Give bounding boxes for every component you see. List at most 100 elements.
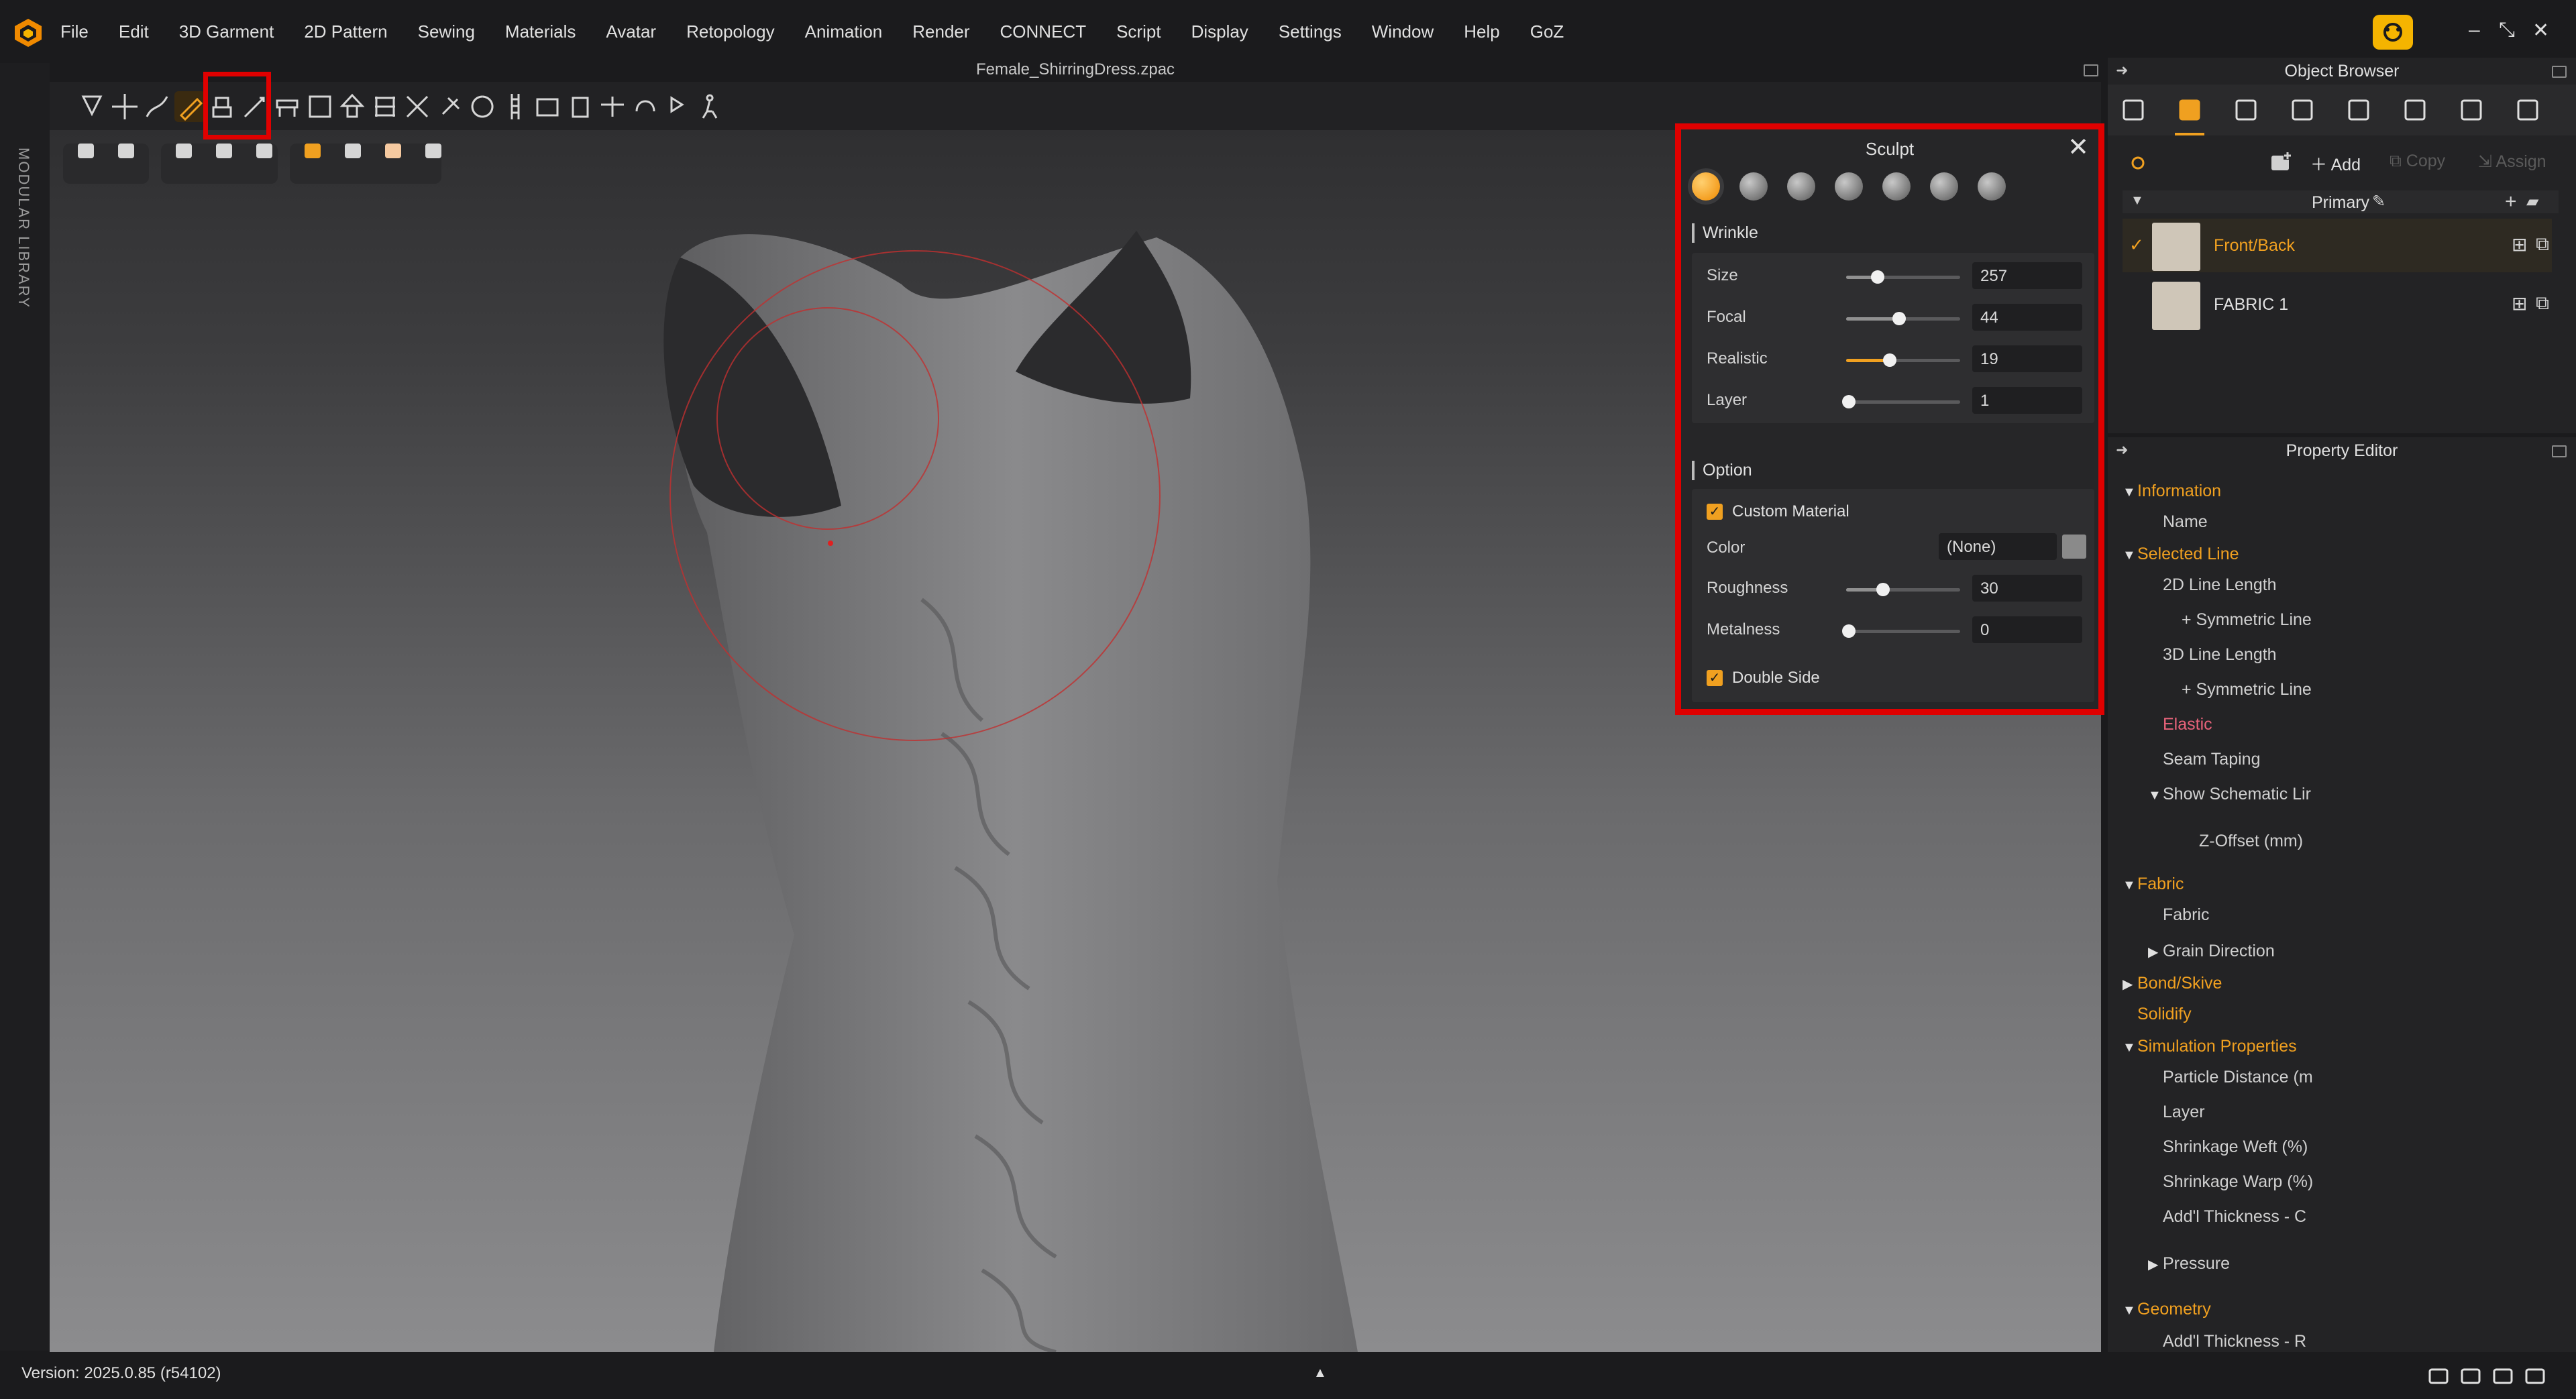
2d-view-icon[interactable] — [2493, 1367, 2513, 1386]
smooth-brush-icon[interactable] — [1739, 172, 1768, 201]
menu-settings[interactable]: Settings — [1279, 21, 1342, 42]
property-layer[interactable]: Layer — [2163, 1103, 2205, 1122]
custom-material-checkbox[interactable]: ✓ — [1707, 504, 1723, 520]
refresh-icon[interactable] — [2525, 1367, 2545, 1386]
wrap-icon[interactable] — [402, 91, 433, 122]
menu-2d-pattern[interactable]: 2D Pattern — [304, 21, 387, 42]
property-particle-distance-m[interactable]: Particle Distance (m — [2163, 1068, 2313, 1087]
2d-3d-view-icon[interactable] — [2428, 1367, 2449, 1386]
list-icon[interactable] — [2118, 95, 2148, 125]
realistic-slider-knob[interactable] — [1883, 353, 1897, 367]
add-fabric-icon[interactable] — [2269, 150, 2293, 173]
restore-button[interactable]: ⤡ — [2499, 19, 2515, 42]
roughness-input[interactable]: 30 — [1972, 575, 2082, 602]
property-bond-skive[interactable]: ▶ Bond/Skive — [2123, 974, 2222, 993]
randomize-brush-icon[interactable] — [1978, 172, 2006, 201]
expanded-triangle-icon[interactable]: ▼ — [2123, 1040, 2137, 1056]
modular-library-strip[interactable]: MODULAR LIBRARY — [0, 63, 50, 1351]
flatten-brush-icon[interactable] — [1835, 172, 1863, 201]
menu-goz[interactable]: GoZ — [1530, 21, 1564, 42]
relax-brush-icon[interactable] — [1930, 172, 1958, 201]
trim-icon[interactable] — [597, 91, 628, 122]
pin-icon[interactable] — [435, 91, 466, 122]
sculpt-stroke-icon[interactable] — [142, 91, 172, 122]
menu-file[interactable]: File — [60, 21, 89, 42]
object-browser-popout-icon[interactable] — [2552, 66, 2567, 78]
metalness-input[interactable]: 0 — [1972, 616, 2082, 643]
property-seam-taping[interactable]: Seam Taping — [2163, 750, 2260, 769]
metalness-slider-knob[interactable] — [1842, 624, 1856, 638]
minimize-button[interactable]: – — [2469, 19, 2480, 42]
property-2d-line-length[interactable]: 2D Line Length — [2163, 575, 2277, 595]
property-shrinkage-warp-[interactable]: Shrinkage Warp (%) — [2163, 1172, 2313, 1192]
menu-window[interactable]: Window — [1372, 21, 1434, 42]
property--symmetric-line[interactable]: + Symmetric Line — [2182, 680, 2312, 700]
tack-icon[interactable] — [532, 91, 563, 122]
assign-button[interactable]: ⇲ Assign — [2478, 152, 2546, 172]
roughness-slider-knob[interactable] — [1876, 583, 1890, 596]
avatar-shirt-icon[interactable] — [212, 138, 236, 162]
property-solidify[interactable]: Solidify — [2123, 1005, 2192, 1024]
garment-fold-icon[interactable] — [114, 138, 138, 162]
layer-input[interactable]: 1 — [1972, 387, 2082, 414]
fabric-duplicate-icon[interactable]: ⧉ — [2536, 292, 2549, 315]
gizmo-icon[interactable] — [370, 91, 400, 122]
button-icon[interactable] — [2288, 95, 2317, 125]
cube-icon[interactable] — [74, 138, 98, 162]
fabric-icon[interactable] — [341, 138, 365, 162]
menu-render[interactable]: Render — [912, 21, 969, 42]
color-swatch[interactable] — [2062, 535, 2086, 559]
property-grain-direction[interactable]: ▶ Grain Direction — [2148, 942, 2275, 961]
color-select[interactable]: (None) — [1939, 533, 2057, 560]
collapsed-triangle-icon[interactable]: ▶ — [2123, 976, 2137, 993]
property-fabric[interactable]: Fabric — [2163, 905, 2209, 925]
sculpt-close-button[interactable]: ✕ — [2068, 132, 2089, 162]
expand-toggle-icon[interactable]: ▲ — [1313, 1365, 1327, 1381]
transform-icon[interactable] — [305, 91, 335, 122]
property-information[interactable]: ▼Information — [2123, 482, 2221, 501]
fold-icon[interactable] — [272, 91, 303, 122]
clo-logo-icon[interactable] — [12, 17, 44, 49]
fabric-duplicate-icon[interactable]: ⧉ — [2536, 233, 2549, 256]
fabric-tab-icon[interactable] — [2175, 95, 2204, 135]
texture-icon[interactable] — [301, 138, 325, 162]
viewport-popout-icon[interactable] — [2084, 64, 2098, 76]
menu-help[interactable]: Help — [1464, 21, 1499, 42]
zipper-icon[interactable] — [500, 91, 531, 122]
avatar-filter-icon[interactable] — [2128, 153, 2148, 173]
expanded-triangle-icon[interactable]: ▼ — [2123, 485, 2137, 500]
focal-slider[interactable] — [1846, 312, 1960, 325]
zipper-tab-icon[interactable] — [2457, 95, 2486, 125]
hanger-icon[interactable] — [2513, 95, 2542, 125]
realistic-input[interactable]: 19 — [1972, 345, 2082, 372]
property-fabric[interactable]: ▼Fabric — [2123, 875, 2184, 894]
property-add-l-thickness-c[interactable]: Add'l Thickness - C — [2163, 1207, 2306, 1227]
arrangement-icon[interactable] — [337, 91, 368, 122]
drop-icon[interactable] — [76, 91, 107, 122]
menu-edit[interactable]: Edit — [119, 21, 149, 42]
collapsed-triangle-icon[interactable]: ▶ — [2148, 1256, 2163, 1273]
expanded-triangle-icon[interactable]: ▼ — [2123, 1303, 2137, 1319]
layer-slider-knob[interactable] — [1842, 395, 1856, 408]
menu-display[interactable]: Display — [1191, 21, 1248, 42]
edit-group-icon[interactable]: ✎ — [2372, 192, 2385, 211]
property-geometry[interactable]: ▼Geometry — [2123, 1300, 2211, 1319]
menu-animation[interactable]: Animation — [805, 21, 883, 42]
property-simulation-properties[interactable]: ▼Simulation Properties — [2123, 1037, 2297, 1056]
focal-input[interactable]: 44 — [1972, 304, 2082, 331]
property-z-offset-mm-[interactable]: Z-Offset (mm) — [2199, 832, 2303, 851]
menu-connect[interactable]: CONNECT — [1000, 21, 1087, 42]
pinch-brush-icon[interactable] — [1882, 172, 1911, 201]
property-shrinkage-weft-[interactable]: Shrinkage Weft (%) — [2163, 1137, 2308, 1157]
avatar-walk-icon[interactable] — [695, 91, 726, 122]
pose-icon[interactable] — [662, 91, 693, 122]
fabric-list-item[interactable]: FABRIC 1 ⊞ ⧉ — [2123, 278, 2552, 331]
globe-icon[interactable] — [421, 138, 445, 162]
property-elastic[interactable]: Elastic — [2163, 715, 2212, 734]
metalness-slider[interactable] — [1842, 624, 1960, 638]
skin-icon[interactable] — [381, 138, 405, 162]
measure-icon[interactable] — [630, 91, 661, 122]
menu-materials[interactable]: Materials — [505, 21, 576, 42]
move-icon[interactable] — [109, 91, 140, 122]
solidify-icon[interactable] — [565, 91, 596, 122]
